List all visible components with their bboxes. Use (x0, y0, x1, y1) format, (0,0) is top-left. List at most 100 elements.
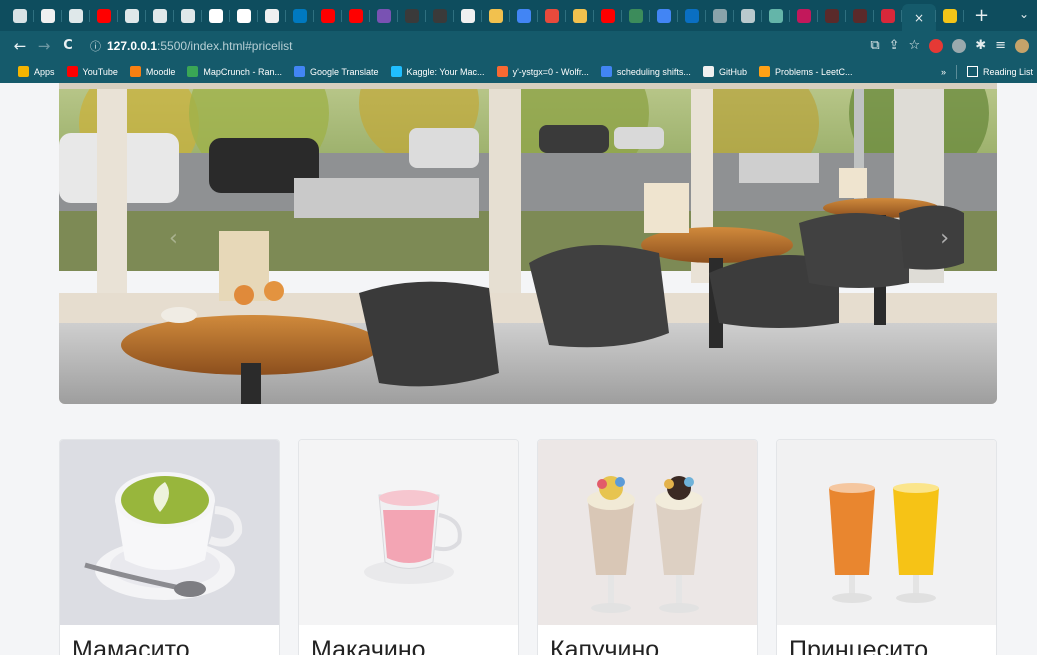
bookmarks-right: » Reading List (932, 60, 1037, 83)
site-info-icon[interactable]: ⓘ (90, 38, 101, 54)
refresh-site-favicon-icon (181, 8, 195, 23)
browser-tab[interactable] (874, 4, 902, 28)
browser-tab[interactable] (510, 4, 538, 28)
browser-tab[interactable] (566, 4, 594, 28)
new-tab-button[interactable]: + (974, 5, 989, 26)
extension-icon[interactable] (952, 38, 967, 53)
bookmark-label: y'-ystgx=0 - Wolfr... (512, 66, 589, 77)
bookmark-item[interactable]: Problems - LeetC... (758, 66, 853, 77)
browser-tab[interactable] (62, 4, 90, 28)
browser-tab[interactable] (818, 4, 846, 28)
bookmark-item[interactable]: MapCrunch - Ran... (187, 66, 282, 77)
bookmark-label: Google Translate (309, 66, 379, 77)
browser-tab[interactable] (286, 4, 314, 28)
bookmark-item[interactable]: Apps (18, 66, 55, 77)
carousel-prev-icon[interactable]: ‹ (169, 226, 178, 251)
github-favicon-icon (265, 8, 279, 23)
bootstrap-favicon-icon (377, 8, 391, 23)
browser-tab[interactable] (202, 4, 230, 28)
back-button[interactable]: ← (8, 37, 32, 55)
forward-button[interactable]: → (32, 37, 56, 55)
browser-tab[interactable] (90, 4, 118, 28)
browser-tab[interactable] (398, 4, 426, 28)
tab-notes[interactable] (936, 4, 964, 28)
profile-avatar-icon[interactable] (1015, 38, 1029, 53)
settings-site-favicon-icon (741, 8, 755, 23)
product-card[interactable]: Капучино (537, 439, 758, 655)
tab-search-icon[interactable]: ⌄ (1019, 7, 1029, 21)
extensions-puzzle-icon[interactable]: ✱ (975, 38, 986, 53)
browser-tab[interactable] (678, 4, 706, 28)
browser-tab[interactable] (454, 4, 482, 28)
browser-tab[interactable] (482, 4, 510, 28)
browser-tab[interactable] (734, 4, 762, 28)
bookmark-item[interactable]: scheduling shifts... (600, 66, 691, 77)
bookmark-item[interactable]: YouTube (66, 66, 118, 77)
youtube-favicon-icon (97, 8, 111, 23)
bookmark-favicon-icon (600, 66, 612, 77)
browser-tab[interactable] (762, 4, 790, 28)
browser-toolbar: ← → C ⓘ 127.0.0.1:5500/index.html#pricel… (0, 31, 1037, 60)
hero-carousel: ‹ › (59, 83, 997, 404)
browser-tab[interactable] (370, 4, 398, 28)
bookmark-label: Problems - LeetC... (774, 66, 853, 77)
reload-button[interactable]: C (56, 38, 80, 53)
bookmark-favicon-icon (66, 66, 78, 77)
bookmark-label: Apps (34, 66, 55, 77)
browser-tab[interactable] (538, 4, 566, 28)
bookmark-label: Kaggle: Your Mac... (406, 66, 485, 77)
square-favicon-icon (237, 8, 251, 23)
dark-site-favicon-icon (853, 8, 867, 23)
github-favicon-icon (41, 8, 55, 23)
product-card[interactable]: Принцесито (776, 439, 997, 655)
browser-tab[interactable] (706, 4, 734, 28)
browser-tab[interactable] (230, 4, 258, 28)
bookmark-favicon-icon (758, 66, 770, 77)
bookmarks-overflow-button[interactable]: » (941, 67, 946, 77)
browser-tab[interactable] (6, 4, 34, 28)
badge-site-favicon-icon (797, 8, 811, 23)
carousel-next-icon[interactable]: › (940, 226, 949, 251)
address-bar[interactable]: ⓘ 127.0.0.1:5500/index.html#pricelist (90, 35, 905, 56)
playlist-icon[interactable]: ≡ (995, 38, 1006, 53)
bookmark-item[interactable]: Google Translate (293, 66, 379, 77)
translate-icon[interactable]: ⧉ (870, 38, 879, 53)
browser-tab[interactable] (594, 4, 622, 28)
share-icon[interactable]: ⇪ (889, 38, 900, 53)
browser-tab[interactable] (174, 4, 202, 28)
tab-list (6, 0, 902, 31)
outlook-favicon-icon (685, 8, 699, 23)
shield-favicon-icon (13, 8, 27, 23)
bookmark-item[interactable]: Moodle (129, 66, 175, 77)
pricelist-cards: Мамасито Макачино Капучино Принцесито (59, 439, 997, 655)
adblock-icon[interactable] (929, 38, 944, 53)
google-favicon-icon (657, 8, 671, 23)
browser-tab[interactable] (790, 4, 818, 28)
browser-tab[interactable] (426, 4, 454, 28)
product-card[interactable]: Мамасито (59, 439, 280, 655)
youtube-favicon-icon (349, 8, 363, 23)
bookmarks-divider (955, 64, 957, 79)
card-title: Принцесито (789, 636, 929, 655)
browser-tab[interactable] (258, 4, 286, 28)
active-tab[interactable]: × (902, 4, 936, 31)
bookmark-item[interactable]: GitHub (702, 66, 747, 77)
card-title: Макачино (311, 636, 426, 655)
bookmark-item[interactable]: Kaggle: Your Mac... (390, 66, 485, 77)
milkshakes-image (538, 440, 757, 625)
bookmark-item[interactable]: y'-ystgx=0 - Wolfr... (496, 66, 589, 77)
browser-tab[interactable] (342, 4, 370, 28)
reading-list-button[interactable]: Reading List (983, 67, 1037, 77)
browser-tab[interactable] (118, 4, 146, 28)
browser-tab[interactable] (314, 4, 342, 28)
browser-tab[interactable] (34, 4, 62, 28)
browser-tab[interactable] (846, 4, 874, 28)
product-card[interactable]: Макачино (298, 439, 519, 655)
browser-tab[interactable] (622, 4, 650, 28)
browser-tab[interactable] (650, 4, 678, 28)
tab-close-icon[interactable]: × (914, 11, 924, 25)
bookmark-star-icon[interactable]: ☆ (909, 38, 921, 53)
refresh-site-favicon-icon (69, 8, 83, 23)
github-favicon-icon (461, 8, 475, 23)
browser-tab[interactable] (146, 4, 174, 28)
